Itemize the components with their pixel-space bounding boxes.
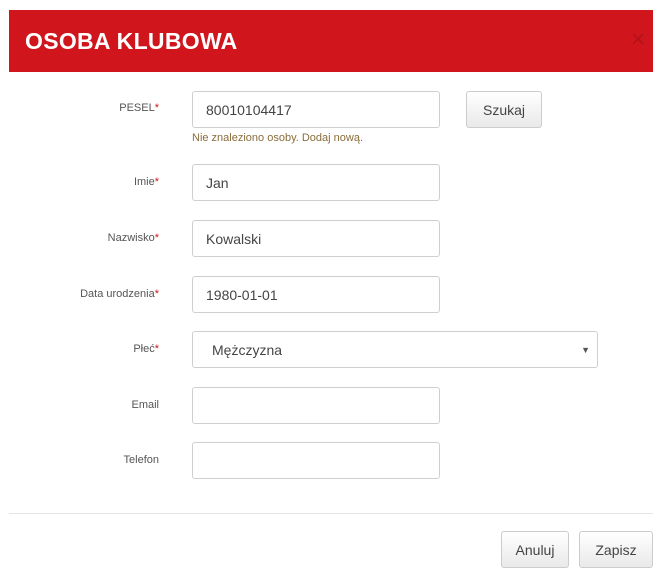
modal-header: OSOBA KLUBOWA × [9,10,653,72]
first-name-label-text: Imie [133,176,155,188]
birth-date-label-text: Data urodzenia [80,288,155,300]
caret-down-icon: ▼ [581,345,590,355]
pesel-help-text: Nie znaleziono osoby. Dodaj nową. [192,132,364,144]
gender-select[interactable]: Mężczyzna ▼ [192,331,598,368]
last-name-label: Nazwisko* [0,231,159,245]
close-icon[interactable]: × [631,26,645,54]
required-mark: * [154,343,159,355]
phone-input[interactable] [192,442,440,479]
modal-title: OSOBA KLUBOWA [25,28,238,54]
email-label: Email [131,399,159,411]
birth-date-input[interactable] [192,276,440,313]
phone-label: Telefon [123,454,159,466]
first-name-input[interactable] [192,164,440,201]
save-button[interactable]: Zapisz [579,531,653,568]
gender-select-value: Mężczyzna [212,342,283,358]
search-button[interactable]: Szukaj [466,91,542,128]
first-name-label: Imie* [0,175,159,189]
gender-label-text: Płeć [133,343,155,355]
pesel-label-text: PESEL [119,102,155,114]
birth-date-label: Data urodzenia* [0,287,159,301]
required-mark: * [154,176,159,188]
required-mark: * [154,232,159,244]
cancel-button[interactable]: Anuluj [501,531,569,568]
pesel-input[interactable] [192,91,440,128]
person-modal: OSOBA KLUBOWA × PESEL* Szukaj Nie znalez… [0,0,661,578]
required-mark: * [154,102,159,114]
footer-divider [9,513,653,514]
pesel-label: PESEL* [0,101,159,115]
required-mark: * [154,288,159,300]
last-name-label-text: Nazwisko [107,232,155,244]
email-input[interactable] [192,387,440,424]
last-name-input[interactable] [192,220,440,257]
gender-label: Płeć* [0,342,159,356]
